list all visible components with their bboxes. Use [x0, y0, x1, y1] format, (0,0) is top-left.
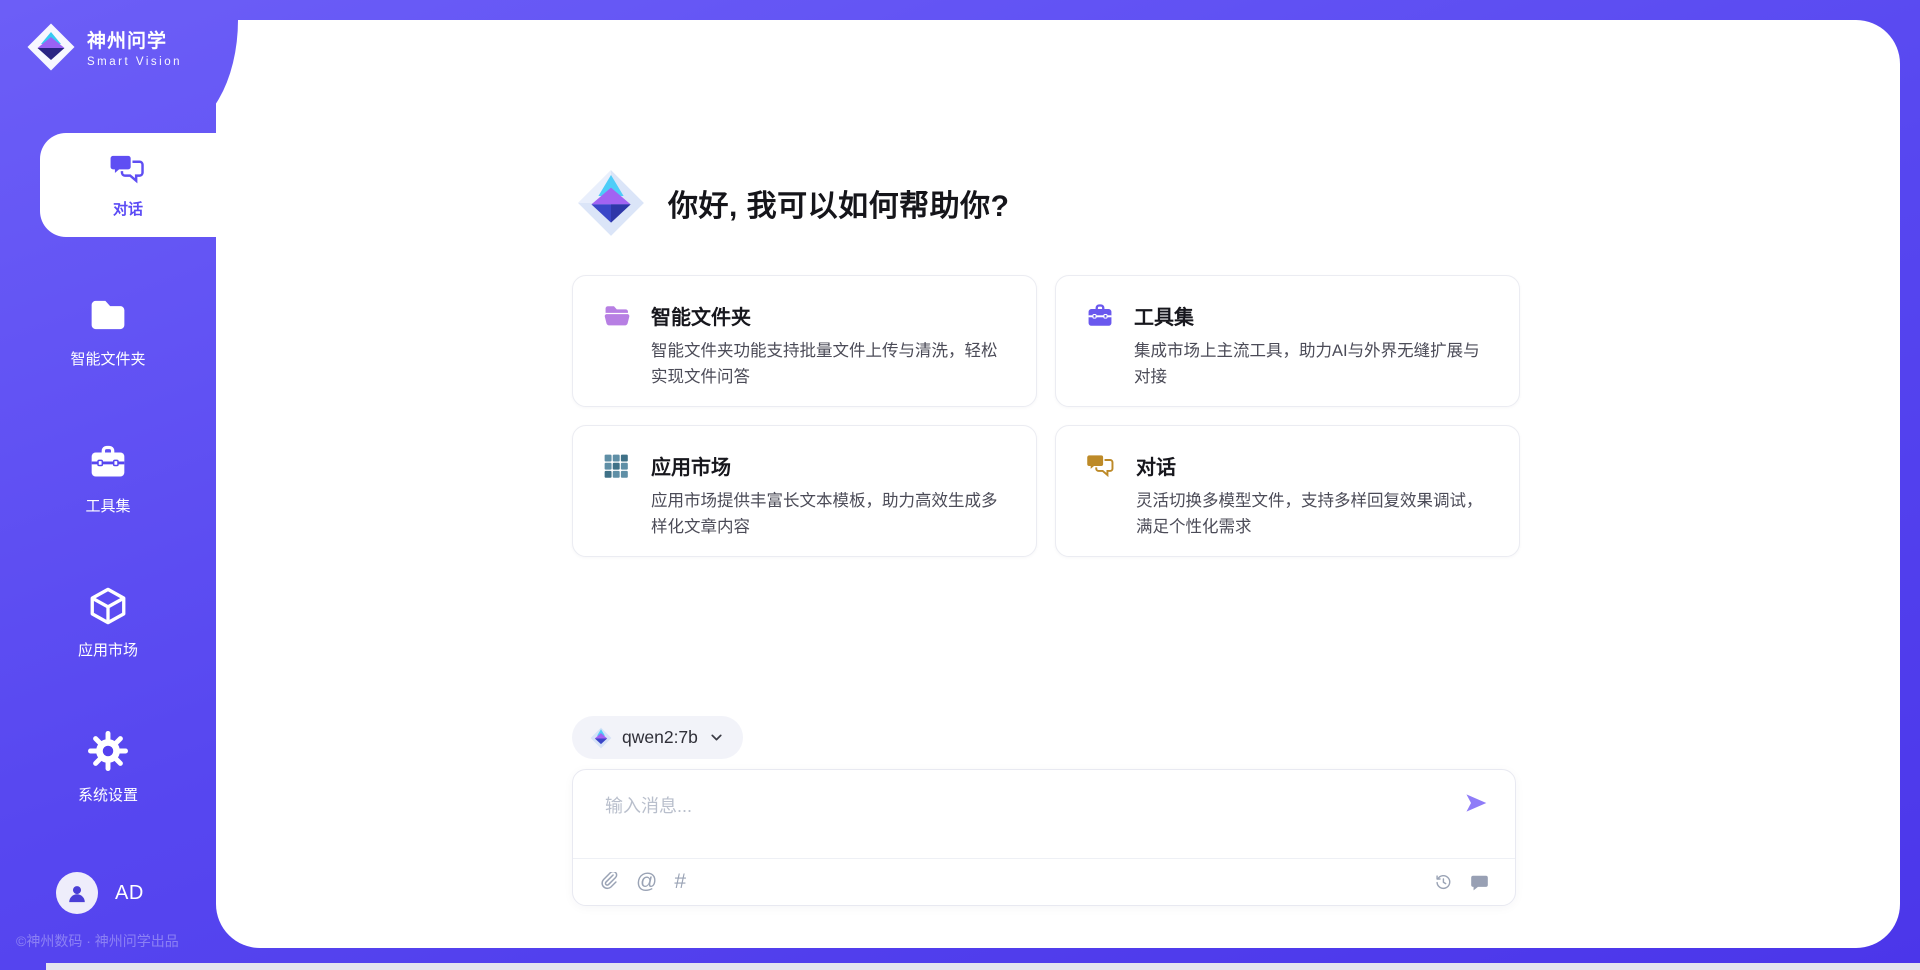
sidebar-item-settings[interactable]: 系统设置: [0, 731, 216, 805]
model-logo-icon: [590, 727, 612, 749]
chat-home: 你好, 我可以如何帮助你? 智能文件夹 智能文件夹功能支持批量文件上传与清洗，轻…: [572, 168, 1520, 906]
history-button[interactable]: [1433, 872, 1453, 892]
card-description: 灵活切换多模型文件，支持多样回复效果调试，满足个性化需求: [1136, 489, 1491, 540]
folder-icon: [88, 295, 128, 335]
card-title: 智能文件夹: [651, 301, 1008, 330]
sidebar-item-smart-folder[interactable]: 智能文件夹: [0, 295, 216, 369]
hash-icon: #: [674, 870, 686, 894]
chevron-down-icon: [708, 729, 725, 746]
brand-logo-icon: [26, 22, 76, 72]
folder-icon: [603, 301, 631, 406]
card-title: 工具集: [1134, 301, 1491, 330]
card-app-market[interactable]: 应用市场 应用市场提供丰富长文本模板，助力高效生成多样化文章内容: [572, 425, 1037, 557]
comment-icon: [1470, 873, 1489, 892]
card-toolset[interactable]: 工具集 集成市场上主流工具，助力AI与外界无缝扩展与对接: [1055, 275, 1520, 407]
person-icon: [64, 880, 90, 906]
card-description: 集成市场上主流工具，助力AI与外界无缝扩展与对接: [1134, 339, 1491, 390]
card-title: 应用市场: [651, 451, 1008, 480]
card-title: 对话: [1136, 451, 1491, 480]
card-description: 智能文件夹功能支持批量文件上传与清洗，轻松实现文件问答: [651, 339, 1008, 390]
model-name: qwen2:7b: [622, 727, 698, 748]
send-icon: [1463, 790, 1489, 816]
card-smart-folder[interactable]: 智能文件夹 智能文件夹功能支持批量文件上传与清洗，轻松实现文件问答: [572, 275, 1037, 407]
at-icon: @: [636, 870, 657, 894]
model-selector[interactable]: qwen2:7b: [572, 716, 743, 759]
message-input[interactable]: [573, 770, 1515, 834]
sidebar-item-label: 系统设置: [78, 784, 138, 805]
sidebar-item-label: 应用市场: [78, 639, 138, 660]
feature-cards: 智能文件夹 智能文件夹功能支持批量文件上传与清洗，轻松实现文件问答 工具集: [572, 275, 1520, 557]
history-icon: [1433, 872, 1453, 892]
mention-button[interactable]: @: [636, 870, 657, 894]
cube-icon: [87, 586, 129, 626]
brand-name: 神州问学: [87, 26, 182, 53]
sidebar-item-label: 对话: [113, 198, 143, 219]
greeting-text: 你好, 我可以如何帮助你?: [668, 181, 1010, 225]
send-button[interactable]: [1463, 790, 1489, 819]
toolbox-icon: [1086, 301, 1114, 406]
greeting-block: 你好, 我可以如何帮助你?: [576, 168, 1520, 238]
chat-icon: [1086, 451, 1116, 556]
avatar: [56, 872, 98, 914]
grid-icon: [603, 451, 631, 556]
copyright-footer: ©神州数码 · 神州问学出品: [16, 931, 179, 951]
main-panel: 你好, 我可以如何帮助你? 智能文件夹 智能文件夹功能支持批量文件上传与清洗，轻…: [216, 20, 1900, 948]
new-conversation-button[interactable]: [1470, 873, 1489, 892]
card-description: 应用市场提供丰富长文本模板，助力高效生成多样化文章内容: [651, 489, 1008, 540]
gear-icon: [87, 731, 129, 771]
sidebar-item-label: 智能文件夹: [70, 348, 145, 369]
paperclip-icon: [599, 872, 619, 892]
sidebar-item-chat[interactable]: 对话: [40, 133, 216, 237]
sidebar-item-label: 工具集: [85, 495, 130, 516]
user-profile[interactable]: AD: [56, 872, 144, 914]
card-chat[interactable]: 对话 灵活切换多模型文件，支持多样回复效果调试，满足个性化需求: [1055, 425, 1520, 557]
chat-bubbles-icon: [109, 150, 147, 190]
attach-file-button[interactable]: [599, 872, 619, 892]
topic-button[interactable]: #: [674, 870, 686, 894]
window-bottom-edge: [46, 963, 1920, 970]
brand-subtitle: Smart Vision: [87, 56, 182, 68]
app-logo-icon: [576, 168, 646, 238]
message-composer: @ #: [572, 769, 1516, 906]
toolbox-icon: [88, 442, 128, 482]
sidebar-item-toolset[interactable]: 工具集: [0, 442, 216, 516]
brand: 神州问学 Smart Vision: [26, 22, 182, 72]
sidebar-item-app-market[interactable]: 应用市场: [0, 586, 216, 660]
user-name: AD: [115, 882, 144, 905]
